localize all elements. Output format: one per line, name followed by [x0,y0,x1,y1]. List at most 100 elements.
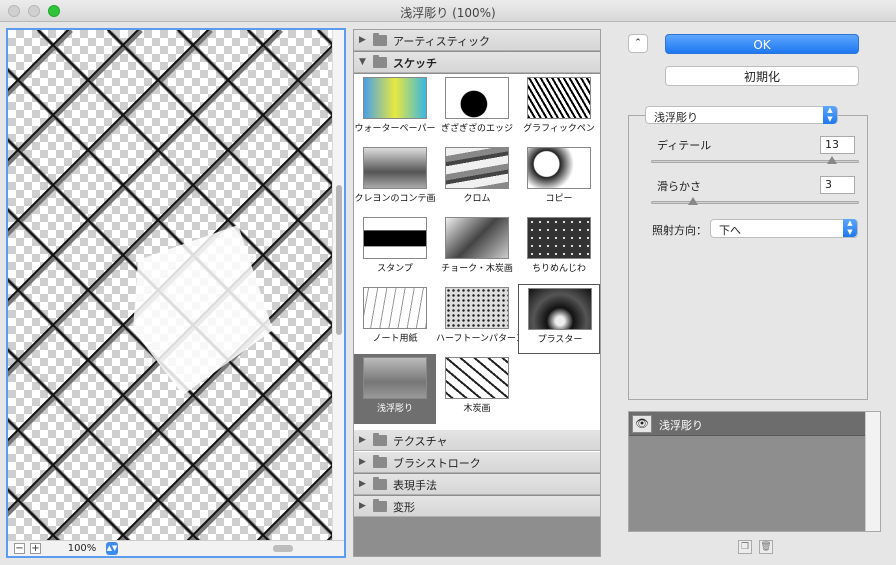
folder-icon [373,477,387,490]
disclosure-closed-icon: ▶ [359,435,366,445]
filter-select-value: 浅浮彫り [654,111,698,124]
eye-icon[interactable]: 👁 [632,415,652,433]
filter-tile-torn-edges[interactable]: ぎざぎざのエッジ [436,74,518,144]
filter-tile-conte-crayon[interactable]: クレヨンのコンテ画 [354,144,436,214]
category-distort[interactable]: ▶ 変形 [354,496,600,517]
filter-tile-bas-relief[interactable]: 浅浮彫り [354,354,436,424]
preview-pane[interactable]: − + 100% ▲▼ [6,28,346,558]
filter-name: プラスター [537,335,583,345]
filter-tile-graphic-pen[interactable]: グラフィックペン [518,74,600,144]
effect-layers-panel: 👁 浅浮彫り [628,411,881,532]
filter-name: スタンプ [377,264,413,274]
thumbnail-image [527,77,591,119]
zoom-level[interactable]: 100% [58,542,106,555]
preview-horizontal-scroll-thumb[interactable] [273,545,293,552]
preview-vertical-scrollbar[interactable] [332,30,344,540]
zoom-out-button[interactable]: − [14,543,25,554]
preview-vertical-scroll-thumb[interactable] [336,185,342,335]
sketch-thumbnails: ウォーターペーパー ぎざぎざのエッジ グラフィックペン クレヨンのコンテ画 クロ… [354,74,600,459]
filter-tile-plaster[interactable]: プラスター [518,284,600,354]
preview-image[interactable] [8,30,332,540]
filter-name: ぎざぎざのエッジ [440,124,513,134]
disclosure-closed-icon: ▶ [359,479,366,489]
folder-icon [373,55,387,68]
filter-select[interactable]: 浅浮彫り ▲ ▼ [645,106,838,124]
filter-tile-chrome[interactable]: クロム [436,144,518,214]
select-arrows-icon: ▲ ▼ [843,219,857,237]
filter-name: 浅浮彫り [376,404,413,414]
filter-name: 木炭画 [463,404,491,414]
title-bar: 浅浮彫り (100%) [0,0,896,22]
filter-name: チョーク・木炭画 [441,264,513,274]
thumbnail-image [445,287,509,329]
category-label: ブラシストローク [393,457,481,470]
folder-icon [373,455,387,468]
filter-name: ハーフトーンパターン [436,334,525,344]
filter-name: クロム [463,194,491,204]
category-label: テクスチャ [393,435,448,448]
filter-name: グラフィックペン [523,124,595,134]
ok-button[interactable]: OK [665,34,859,54]
detail-input[interactable]: 13 [820,136,855,154]
category-artistic[interactable]: ▶ アーティスティック [354,30,600,51]
filter-tile-stamp[interactable]: スタンプ [354,214,436,284]
light-direction-select[interactable]: 下へ ▲ ▼ [710,219,858,238]
smoothness-slider-track[interactable] [651,201,859,204]
thumbnail-image [445,357,509,399]
filter-tile-charcoal[interactable]: 木炭画 [436,354,518,424]
reset-button[interactable]: 初期化 [665,66,859,86]
category-sketch[interactable]: ▼ スケッチ [354,52,600,73]
bas-relief-pattern [8,30,332,540]
category-brush-strokes[interactable]: ▶ ブラシストローク [354,452,600,473]
filter-name: ウォーターペーパー [354,124,436,134]
category-stylize[interactable]: ▶ 表現手法 [354,474,600,495]
thumbnail-image [528,288,592,330]
disclosure-closed-icon: ▶ [359,35,366,45]
thumbnail-image [527,217,591,259]
filter-tile-halftone-pattern[interactable]: ハーフトーンパターン [436,284,525,354]
thumbnail-image [363,357,427,399]
effect-layer-row[interactable]: 👁 浅浮彫り [629,412,865,436]
category-label: 表現手法 [393,479,437,492]
filter-name: クレヨンのコンテ画 [354,194,436,204]
category-label: スケッチ [393,57,437,70]
collapse-gallery-button[interactable]: ⌃ [628,34,648,53]
disclosure-closed-icon: ▶ [359,501,366,511]
zoom-in-button[interactable]: + [30,543,41,554]
folder-icon [373,33,387,46]
smoothness-slider-handle[interactable] [687,197,698,205]
category-texture[interactable]: ▶ テクスチャ [354,430,600,451]
filter-gallery: ▶ アーティスティック ▼ スケッチ ウォーターペーパー ぎざぎざのエッジ グラ… [353,29,601,557]
thumbnail-image [363,217,427,259]
category-label: アーティスティック [393,35,491,48]
filter-gallery-window: 浅浮彫り (100%) − + 100% ▲▼ ▶ アーティスティック ▼ スケ… [0,0,896,565]
layers-scrollbar[interactable] [865,412,880,531]
folder-icon [373,433,387,446]
detail-slider-handle[interactable] [826,156,837,164]
light-direction-value: 下へ [719,224,741,237]
thumbnail-image [445,147,509,189]
thumbnail-image [445,77,509,119]
thumbnail-image [363,77,427,119]
effect-layer-name: 浅浮彫り [659,419,703,432]
filter-name: ノート用紙 [372,334,418,344]
filter-name: ちりめんじわ [531,264,586,274]
disclosure-open-icon: ▼ [359,57,366,67]
select-arrows-icon: ▲ ▼ [823,106,837,124]
detail-label: ディテール [657,139,712,152]
folder-icon [373,499,387,512]
disclosure-closed-icon: ▶ [359,457,366,467]
filter-tile-chalk-charcoal[interactable]: チョーク・木炭画 [436,214,518,284]
filter-tile-reticulation[interactable]: ちりめんじわ [518,214,600,284]
smoothness-input[interactable]: 3 [820,176,855,194]
window-title: 浅浮彫り (100%) [400,6,496,20]
filter-tile-photocopy[interactable]: コピー [518,144,600,214]
filter-tile-note-paper[interactable]: ノート用紙 [354,284,436,354]
light-direction-label: 照射方向： [652,224,707,237]
new-effect-layer-icon[interactable]: ❐ [738,540,752,554]
filter-tile-water-paper[interactable]: ウォーターペーパー [354,74,436,144]
thumbnail-image [363,287,427,329]
zoom-dropdown-icon[interactable]: ▲▼ [106,542,118,555]
preview-zoom-bar: − + 100% ▲▼ [8,540,344,556]
trash-icon[interactable]: 🗑 [759,540,773,554]
